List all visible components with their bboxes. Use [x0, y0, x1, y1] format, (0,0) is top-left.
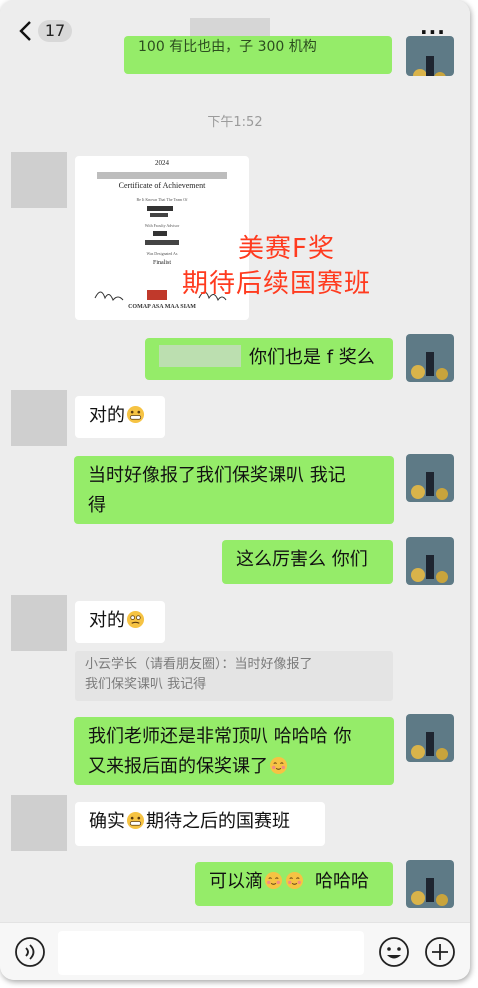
cert-year: 2024	[155, 159, 169, 167]
quoted-message[interactable]: 小云学长（请看朋友圈）：当时好像报了 我们保奖课叭 我记得	[75, 651, 393, 701]
message-bubble-incoming[interactable]: 对的	[75, 601, 165, 643]
message-input[interactable]	[58, 931, 364, 975]
message-text-line: 得	[88, 495, 106, 516]
contact-avatar-redacted[interactable]	[11, 595, 67, 651]
cert-line1: Be It Known That The Team Of	[136, 197, 188, 202]
voice-icon[interactable]	[14, 936, 46, 968]
message-bubble-incoming[interactable]: 确实 期待之后的国赛班	[75, 802, 325, 846]
cert-redaction-bar	[97, 172, 227, 179]
message-bubble-outgoing[interactable]: 我们老师还是非常顶叭 哈哈哈 你 又来报后面的保奖课了	[74, 717, 394, 785]
my-avatar[interactable]	[406, 860, 454, 908]
phone-frame: 17 ··· 100 有比也由，子 300 机构 下午1:52 2024 Cer…	[0, 0, 470, 980]
message-bubble-incoming[interactable]: 对的	[75, 396, 165, 438]
message-text: 100 有比也由，子 300 机构	[138, 39, 317, 55]
message-text-line: 我们老师还是非常顶叭 哈哈哈 你	[88, 726, 352, 747]
message-bubble-outgoing[interactable]: 你们也是 f 奖么	[145, 338, 393, 380]
cert-redaction-2	[150, 213, 168, 217]
cert-redaction-1	[147, 206, 173, 211]
contact-avatar-redacted[interactable]	[11, 390, 67, 446]
my-avatar[interactable]	[406, 454, 454, 502]
message-bubble-outgoing[interactable]: 当时好像报了我们保奖课叭 我记 得	[74, 456, 394, 524]
blush-emoji	[285, 871, 304, 890]
input-bar	[0, 922, 470, 980]
grin-emoji	[126, 405, 145, 424]
my-avatar[interactable]	[406, 36, 454, 76]
grin-emoji	[126, 811, 145, 830]
redacted-name	[159, 345, 241, 367]
message-text: 哈哈哈	[315, 871, 369, 892]
chevron-left-icon[interactable]	[18, 20, 34, 42]
timestamp: 下午1:52	[207, 115, 263, 130]
message-bubble-outgoing[interactable]: 可以滴 哈哈哈	[195, 862, 393, 906]
overlay-caption-line2: 期待后续国赛班	[182, 269, 372, 299]
message-text: 对的	[89, 610, 125, 631]
cert-redaction-3	[153, 231, 167, 236]
cert-line3: Was Designated As	[146, 251, 178, 256]
message-text-line: 当时好像报了我们保奖课叭 我记	[88, 465, 346, 486]
unread-count-badge[interactable]: 17	[38, 20, 72, 42]
contact-avatar-redacted[interactable]	[11, 795, 67, 851]
blush-emoji	[269, 756, 288, 775]
smirk-emoji	[126, 610, 145, 629]
message-bubble-outgoing[interactable]: 这么厉害么 你们	[222, 540, 393, 584]
message-text: 可以滴	[209, 871, 263, 892]
quote-text-line: 小云学长（请看朋友圈）：当时好像报了	[85, 657, 313, 672]
cert-title: Certificate of Achievement	[118, 181, 206, 190]
contact-avatar-redacted[interactable]	[11, 152, 67, 208]
quote-text-line: 我们保奖课叭 我记得	[85, 677, 207, 692]
emoji-icon[interactable]	[378, 936, 410, 968]
message-text: 你们也是 f 奖么	[249, 347, 375, 368]
message-text-line: 又来报后面的保奖课了	[88, 756, 268, 777]
cert-redaction-4	[145, 240, 179, 245]
message-text: 确实	[89, 811, 125, 832]
cert-sponsor-logos: COMAP ASA MAA SIAM	[128, 304, 196, 310]
cert-line2: With Faculty Advisor	[144, 223, 180, 228]
message-text: 期待之后的国赛班	[146, 811, 290, 832]
my-avatar[interactable]	[406, 334, 454, 382]
blush-emoji	[264, 871, 283, 890]
my-avatar[interactable]	[406, 537, 454, 585]
message-text: 对的	[89, 405, 125, 426]
my-avatar[interactable]	[406, 714, 454, 762]
plus-icon[interactable]	[424, 936, 456, 968]
message-bubble-partial[interactable]: 100 有比也由，子 300 机构	[124, 36, 392, 74]
overlay-caption-line1: 美赛F奖	[238, 234, 335, 264]
message-text: 这么厉害么 你们	[236, 549, 368, 570]
